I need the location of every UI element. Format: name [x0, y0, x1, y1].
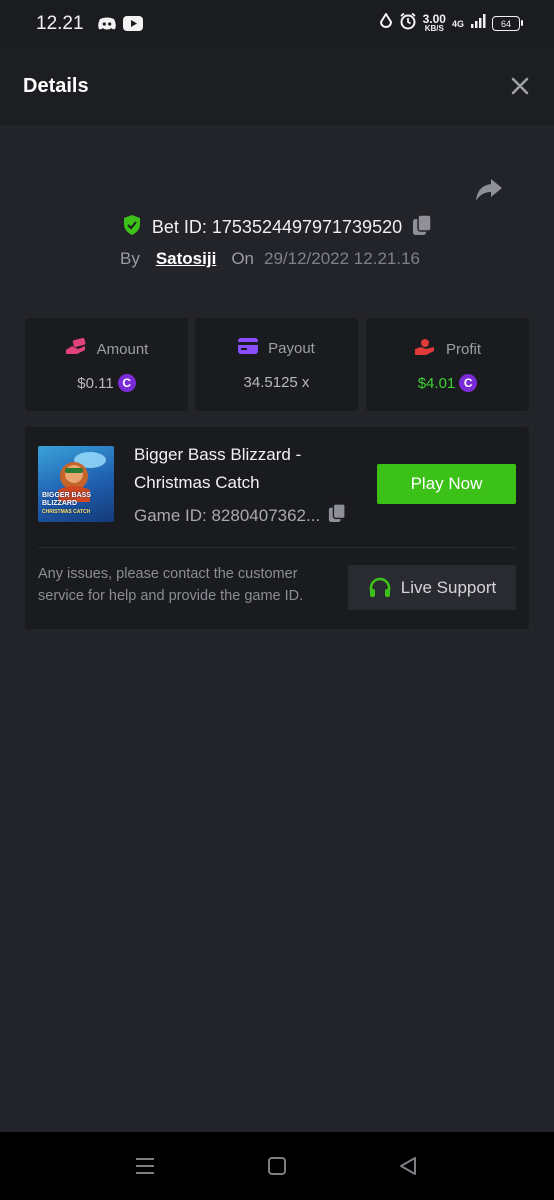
- alarm-icon: [399, 12, 417, 35]
- copy-icon: [413, 214, 432, 235]
- profit-label: Profit: [445, 340, 481, 358]
- bet-date: 29/12/2022 12.21.16: [264, 249, 420, 268]
- payout-label: Payout: [268, 339, 315, 357]
- username-link[interactable]: Satosiji: [156, 249, 216, 269]
- network-type: 4G: [451, 18, 464, 29]
- live-support-button[interactable]: Live Support: [348, 565, 516, 610]
- amount-label: Amount: [96, 340, 149, 358]
- on-label: On: [231, 249, 254, 268]
- live-support-label: Live Support: [400, 577, 497, 597]
- youtube-icon: [123, 16, 143, 36]
- home-button[interactable]: [267, 1156, 287, 1181]
- status-bar: 12.21 3.00 KB/S 4G 64: [0, 0, 554, 48]
- discord-icon: [97, 16, 117, 37]
- game-card: BIGGER BASS BLIZZARD CHRISTMAS CATCH Big…: [25, 427, 529, 629]
- payout-value: 34.5125 x: [243, 374, 310, 391]
- profit-hand-icon: [414, 338, 436, 360]
- bet-id: Bet ID: 1753524497971739520: [151, 217, 403, 237]
- signal-icon: [470, 13, 486, 34]
- headset-icon: [369, 577, 391, 597]
- close-icon: [511, 77, 529, 95]
- game-title: Bigger Bass Blizzard - Christmas Catch: [134, 445, 302, 492]
- profit-stat: Profit $4.01 C: [366, 318, 529, 411]
- coin-icon: C: [459, 374, 478, 392]
- back-button[interactable]: [398, 1156, 418, 1181]
- square-icon: [268, 1157, 286, 1175]
- recent-apps-button[interactable]: [134, 1156, 156, 1181]
- profit-value: $4.01: [417, 374, 456, 392]
- thumbnail-subtitle: CHRISTMAS CATCH: [42, 509, 91, 515]
- verified-shield-icon: [122, 214, 142, 241]
- bet-id-row: Bet ID: 1753524497971739520: [0, 214, 554, 241]
- battery-icon: 64: [492, 16, 523, 31]
- bet-byline: By Satosiji On 29/12/2022 12.21.16: [120, 249, 420, 269]
- copy-icon: [329, 503, 346, 522]
- share-button[interactable]: [474, 176, 504, 204]
- copy-game-id-button[interactable]: [328, 503, 346, 528]
- copy-bet-id-button[interactable]: [412, 214, 432, 241]
- money-hand-icon: [65, 337, 87, 360]
- payout-stat: Payout 34.5125 x: [195, 318, 358, 411]
- details-header: Details: [0, 48, 554, 125]
- thumbnail-title: BIGGER BASS BLIZZARD: [42, 492, 92, 507]
- menu-icon: [136, 1158, 154, 1174]
- divider: [38, 547, 516, 548]
- page-title: Details: [23, 75, 89, 97]
- close-button[interactable]: [510, 76, 530, 96]
- back-triangle-icon: [400, 1157, 416, 1175]
- game-thumbnail[interactable]: BIGGER BASS BLIZZARD CHRISTMAS CATCH: [38, 446, 114, 522]
- coin-icon: C: [117, 374, 136, 392]
- speed-unit: KB/S: [424, 23, 444, 33]
- status-icons: 3.00 KB/S 4G 64: [379, 11, 523, 35]
- network-speed: 3.00 KB/S: [422, 11, 446, 33]
- system-nav-bar: [0, 1132, 554, 1200]
- play-now-button[interactable]: Play Now: [377, 464, 516, 504]
- support-text: Any issues, please contact the customer …: [38, 566, 304, 604]
- status-time: 12.21: [36, 13, 84, 34]
- card-icon: [238, 338, 259, 358]
- amount-value: $0.11: [77, 374, 114, 392]
- share-icon: [476, 179, 502, 201]
- amount-stat: Amount $0.11 C: [25, 318, 188, 411]
- game-id: Game ID: 8280407362...: [134, 505, 321, 525]
- speed-value: 3.00: [422, 11, 446, 26]
- data-saver-icon: [379, 11, 393, 35]
- by-label: By: [120, 249, 140, 268]
